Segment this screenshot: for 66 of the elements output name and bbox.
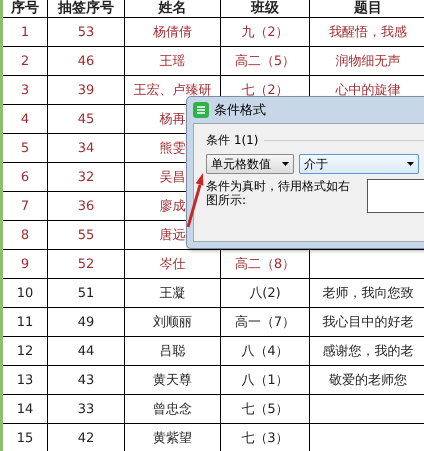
table-cell: 王瑶 bbox=[125, 47, 221, 76]
table-cell: 36 bbox=[48, 192, 125, 221]
table-cell: 黄紫望 bbox=[125, 424, 221, 451]
table-cell: 润物细无声 bbox=[310, 47, 424, 76]
table-cell: 12 bbox=[3, 337, 48, 366]
table-cell: 34 bbox=[48, 134, 125, 163]
table-cell: 曾忠念 bbox=[125, 395, 221, 424]
table-cell: 15 bbox=[3, 424, 48, 451]
condition-dropdown[interactable]: 单元格数值 bbox=[206, 154, 294, 174]
table-cell: 九（2） bbox=[221, 18, 310, 47]
caret-icon bbox=[282, 162, 289, 166]
table-cell: 33 bbox=[48, 395, 125, 424]
table-cell: 七（3） bbox=[221, 424, 310, 451]
column-header: 姓名 bbox=[125, 0, 221, 18]
table-cell: 43 bbox=[48, 366, 125, 395]
table-cell: 11 bbox=[3, 308, 48, 337]
table-cell: 44 bbox=[48, 337, 125, 366]
table-cell: 5 bbox=[3, 134, 48, 163]
table-cell: 53 bbox=[48, 18, 125, 47]
table-cell: 4 bbox=[3, 105, 48, 134]
table-cell: 吕聪 bbox=[125, 337, 221, 366]
arrow-drawing bbox=[186, 173, 204, 228]
table-cell: 感谢您，我的老 bbox=[310, 337, 424, 366]
table-cell: 45 bbox=[48, 105, 125, 134]
table-cell: 55 bbox=[48, 221, 125, 250]
table-cell: 敬爱的老师您 bbox=[310, 366, 424, 395]
table-cell: 8 bbox=[3, 221, 48, 250]
app-icon bbox=[193, 102, 209, 118]
table-cell: 32 bbox=[48, 163, 125, 192]
table-cell: 八(2) bbox=[221, 279, 310, 308]
table-cell: 10 bbox=[3, 279, 48, 308]
table-cell: 52 bbox=[48, 250, 125, 279]
table-cell: 42 bbox=[48, 424, 125, 451]
table-cell: 7 bbox=[3, 192, 48, 221]
column-header: 班级 bbox=[221, 0, 310, 18]
table-cell: 黄天尊 bbox=[125, 366, 221, 395]
table-cell: 王凝 bbox=[125, 279, 221, 308]
table-cell: 2 bbox=[3, 47, 48, 76]
table-cell: 6 bbox=[3, 163, 48, 192]
table-cell: 老师，我向您致 bbox=[310, 279, 424, 308]
table-cell: 13 bbox=[3, 366, 48, 395]
table-cell: 1 bbox=[3, 18, 48, 47]
column-header: 序号 bbox=[3, 0, 48, 18]
column-header: 题目 bbox=[310, 0, 424, 18]
table-cell: 我心目中的好老 bbox=[310, 308, 424, 337]
table-cell: 39 bbox=[48, 76, 125, 105]
table-cell: 46 bbox=[48, 47, 125, 76]
column-header: 抽签序号 bbox=[48, 0, 125, 18]
table-cell: 七（5） bbox=[221, 395, 310, 424]
table-cell: 3 bbox=[3, 76, 48, 105]
table-cell: 49 bbox=[48, 308, 125, 337]
table-cell: 14 bbox=[3, 395, 48, 424]
table-cell: 我醒悟，我感 bbox=[310, 18, 424, 47]
table-cell: 八（1） bbox=[221, 366, 310, 395]
table-cell: 51 bbox=[48, 279, 125, 308]
table-cell: 高二（8） bbox=[221, 250, 310, 279]
table-cell: 岑仕 bbox=[125, 250, 221, 279]
table-cell: 杨倩倩 bbox=[125, 18, 221, 47]
table-cell: 高一（7） bbox=[221, 308, 310, 337]
table-cell: 高二（5） bbox=[221, 47, 310, 76]
caret-icon bbox=[407, 162, 414, 166]
table-cell: 9 bbox=[3, 250, 48, 279]
format-preview bbox=[367, 179, 424, 213]
table-cell: 八（4） bbox=[221, 337, 310, 366]
table-cell: 刘顺丽 bbox=[125, 308, 221, 337]
operator-dropdown[interactable]: 介于 bbox=[299, 154, 419, 174]
